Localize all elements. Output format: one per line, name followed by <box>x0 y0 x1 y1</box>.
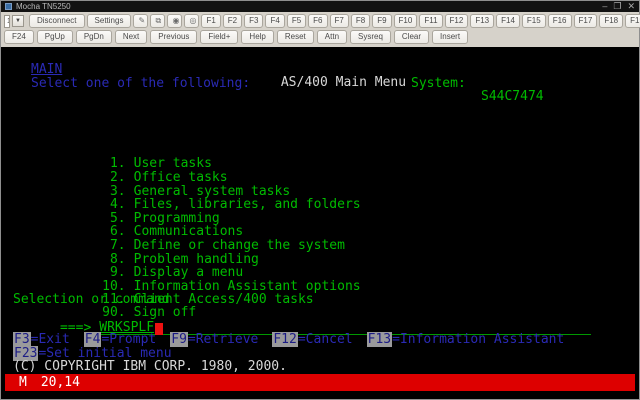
fkey-button[interactable]: F11 <box>419 14 442 28</box>
fkey-hint: F3=Exit <box>13 333 70 347</box>
app-icon <box>5 3 12 10</box>
fkey-action: =Retrieve <box>188 332 258 347</box>
fkey-button[interactable]: F9 <box>372 14 391 28</box>
fkey-button[interactable]: F16 <box>548 14 572 28</box>
fkey-hotspot[interactable]: F3 <box>13 332 31 347</box>
fkey-button[interactable]: F1 <box>201 14 220 28</box>
toolbar-row-1: 192.168.2.4 ▼ Disconnect Settings ✎⧉◉◎ F… <box>4 14 636 28</box>
host-select-arrow-icon[interactable]: ▼ <box>12 15 24 27</box>
fkey-button[interactable]: F4 <box>265 14 284 28</box>
maximize-button[interactable]: ❐ <box>613 2 621 11</box>
status-bar: M 20,14 <box>5 374 635 391</box>
toolbar-row-2: F24PgUpPgDnNextPreviousField+Help ResetAt… <box>4 30 636 44</box>
fkey-hint: F9=Retrieve <box>170 333 258 347</box>
fkey-button[interactable]: F8 <box>351 14 370 28</box>
fkey-hotspot[interactable]: F9 <box>170 332 188 347</box>
aid-key-button[interactable]: Clear <box>394 30 429 44</box>
minimize-button[interactable]: – <box>602 2 607 11</box>
toolbar: 192.168.2.4 ▼ Disconnect Settings ✎⧉◉◎ F… <box>1 12 639 47</box>
terminal-screen: MAIN AS/400 Main Menu System: S44C7474 S… <box>3 47 637 397</box>
app-window: Mocha TN5250 – ❐ ✕ 192.168.2.4 ▼ Disconn… <box>0 0 640 400</box>
menu-option-label: Files, libraries, and folders <box>134 197 361 212</box>
fkey-hotspot[interactable]: F13 <box>367 332 392 347</box>
menu-option-number: 4. <box>99 198 126 212</box>
keyboard-mode-indicator: M <box>19 376 27 390</box>
toolbar-icon-button[interactable]: ✎ <box>133 14 148 28</box>
title-bar: Mocha TN5250 – ❐ ✕ <box>1 1 639 12</box>
selection-or-command-label: Selection or command <box>3 293 637 307</box>
aid-key-button[interactable]: Previous <box>150 30 197 44</box>
menu-option-number: 6. <box>99 225 126 239</box>
toolbar-icon-button[interactable]: ◉ <box>167 14 182 28</box>
fkey-button[interactable]: F6 <box>308 14 327 28</box>
fkey-button[interactable]: F7 <box>330 14 349 28</box>
select-prompt: Select one of the following: <box>3 77 637 91</box>
fkey-action: =Exit <box>31 332 70 347</box>
fkey-button[interactable]: F10 <box>394 14 418 28</box>
fkey-action: =Prompt <box>101 332 156 347</box>
fkey-button[interactable]: F12 <box>445 14 469 28</box>
fkey-hints-row-1: F3=Exit F4=Prompt F9=Retrieve F12=Cancel F13… <box>3 333 637 347</box>
aid-key-button[interactable]: Attn <box>317 30 347 44</box>
toolbar-icon-button[interactable]: ◎ <box>184 14 199 28</box>
aid-key-button[interactable]: Sysreq <box>350 30 391 44</box>
fkey-hotspot[interactable]: F12 <box>272 332 297 347</box>
fkey-action: =Information Assistant <box>392 332 564 347</box>
aid-key-button[interactable]: Help <box>241 30 273 44</box>
cursor-position: 20,14 <box>41 376 80 390</box>
fkey-action: =Cancel <box>298 332 353 347</box>
aid-key-button[interactable]: Insert <box>432 30 468 44</box>
fkey-hint: F12=Cancel <box>272 333 352 347</box>
menu-option-number: 5. <box>99 212 126 226</box>
menu-option-number: 3. <box>99 185 126 199</box>
fkey-button[interactable]: F5 <box>287 14 306 28</box>
aid-key-button[interactable]: Reset <box>277 30 314 44</box>
fkey-hotspot[interactable]: F4 <box>84 332 102 347</box>
aid-key-button[interactable]: PgUp <box>37 30 73 44</box>
menu-option-number: 2. <box>99 171 126 185</box>
menu-option-number: 1. <box>99 157 126 171</box>
fkey-button[interactable]: F18 <box>599 14 623 28</box>
fkey-hint: F4=Prompt <box>84 333 156 347</box>
fkey-button[interactable]: F13 <box>470 14 494 28</box>
settings-button[interactable]: Settings <box>87 14 132 28</box>
fkey-button[interactable]: F3 <box>244 14 263 28</box>
copyright-line: (C) COPYRIGHT IBM CORP. 1980, 2000. <box>3 360 637 374</box>
fkey-button[interactable]: F17 <box>574 14 598 28</box>
menu-option-label: Define or change the system <box>134 238 345 253</box>
fkey-hint: F13=Information Assistant <box>367 333 565 347</box>
aid-key-button[interactable]: Field+ <box>200 30 238 44</box>
aid-key-button[interactable]: Next <box>115 30 147 44</box>
fkey-button[interactable]: F2 <box>223 14 242 28</box>
fkey-button[interactable]: F19 <box>625 14 640 28</box>
close-button[interactable]: ✕ <box>627 2 635 11</box>
host-select[interactable]: 192.168.2.4 <box>4 15 10 28</box>
menu-option-number: 7. <box>99 239 126 253</box>
aid-key-button[interactable]: F24 <box>4 30 34 44</box>
menu-option[interactable]: 1.User tasks <box>3 144 637 158</box>
system-name: S44C7474 <box>481 90 544 104</box>
aid-key-button[interactable]: PgDn <box>76 30 112 44</box>
fkey-button[interactable]: F15 <box>522 14 546 28</box>
fkey-button[interactable]: F14 <box>496 14 520 28</box>
disconnect-button[interactable]: Disconnect <box>29 14 85 28</box>
window-title: Mocha TN5250 <box>16 3 602 11</box>
toolbar-icon-button[interactable]: ⧉ <box>150 14 165 28</box>
menu-option-label: Office tasks <box>134 170 228 185</box>
